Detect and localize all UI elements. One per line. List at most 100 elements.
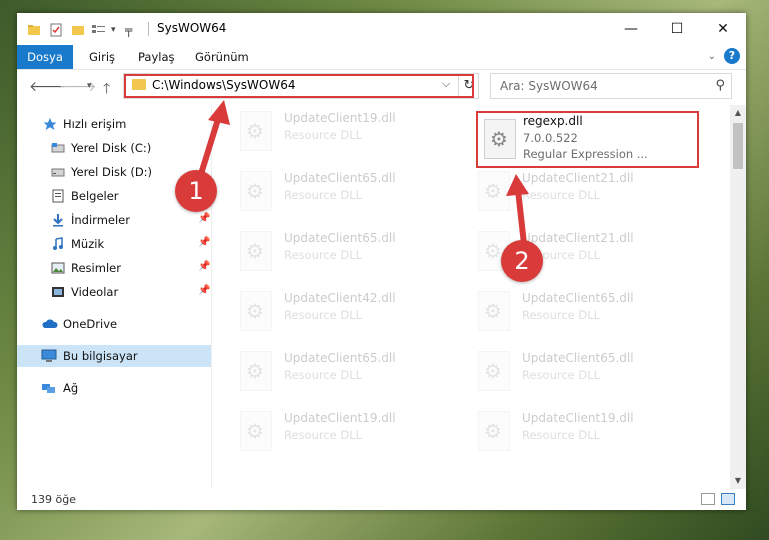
scroll-up-icon[interactable]: ▲ [730, 105, 746, 121]
pin-icon[interactable]: 📌 [198, 237, 210, 248]
file-name: UpdateClient19.dll [284, 111, 396, 125]
sidebar-item-music[interactable]: Müzik 📌 [17, 233, 211, 255]
sidebar-item-label: Resimler [71, 261, 121, 275]
close-button[interactable]: ✕ [700, 13, 746, 45]
sidebar-item-label: Belgeler [71, 189, 119, 203]
minimize-button[interactable]: — [608, 13, 654, 45]
window-title: SysWOW64 [157, 21, 227, 35]
file-type: Resource DLL [284, 128, 363, 142]
address-bar[interactable]: C:\Windows\SysWOW64 ⌵ ↻ [123, 73, 479, 99]
file-type: Resource DLL [522, 308, 601, 322]
dll-file-icon: ⚙ [240, 111, 272, 151]
ribbon-tabs: Dosya Giriş Paylaş Görünüm ⌄ ? [17, 45, 746, 70]
star-icon [43, 118, 57, 130]
navigation-pane: Hızlı erişim Yerel Disk (C:) Yerel Disk … [17, 105, 212, 489]
dll-file-icon: ⚙ [240, 171, 272, 211]
file-name: regexp.dll [523, 114, 583, 128]
file-name: UpdateClient65.dll [522, 291, 634, 305]
up-arrow-icon[interactable]: 🡑 [103, 78, 110, 102]
title-bar: ▾ ╤ SysWOW64 — ☐ ✕ [17, 13, 746, 45]
sidebar-item-label: OneDrive [63, 317, 118, 331]
list-item[interactable]: ⚙ UpdateClient65.dll Resource DLL [478, 291, 698, 347]
file-type: Resource DLL [522, 188, 601, 202]
download-icon [53, 214, 63, 227]
callout-step-1: 1 [175, 170, 217, 212]
sidebar-item-onedrive[interactable]: OneDrive [17, 313, 211, 335]
file-name: UpdateClient65.dll [284, 231, 396, 245]
sidebar-item-network[interactable]: Ağ [17, 377, 211, 399]
file-name: UpdateClient42.dll [284, 291, 396, 305]
drive-icon [51, 168, 65, 177]
new-folder-icon[interactable] [71, 22, 85, 38]
file-name: UpdateClient65.dll [522, 351, 634, 365]
sidebar-item-this-pc[interactable]: Bu bilgisayar [17, 345, 211, 367]
file-type: Resource DLL [284, 428, 363, 442]
details-view-icon[interactable] [701, 493, 715, 505]
title-divider [148, 22, 149, 36]
file-description: Regular Expression ... [523, 147, 648, 161]
pin-icon[interactable]: 📌 [198, 261, 210, 272]
list-item[interactable]: ⚙ UpdateClient21.dll Resource DLL [478, 171, 698, 227]
list-item[interactable]: ⚙ UpdateClient65.dll Resource DLL [478, 351, 698, 407]
file-type: Resource DLL [284, 188, 363, 202]
drive-icon [51, 143, 65, 153]
tab-dosya[interactable]: Dosya [17, 45, 73, 69]
sidebar-item-quick-access[interactable]: Hızlı erişim [17, 113, 211, 135]
list-item[interactable]: ⚙ UpdateClient19.dll Resource DLL [240, 111, 460, 167]
vertical-scrollbar[interactable]: ▲ ▼ [730, 105, 746, 489]
recent-locations-icon[interactable]: ▾ [87, 81, 92, 91]
callout-step-2: 2 [501, 240, 543, 282]
file-version: 7.0.0.522 [523, 131, 578, 145]
maximize-button[interactable]: ☐ [654, 13, 700, 45]
ribbon-right-controls: ⌄ ? [708, 48, 740, 64]
refresh-icon[interactable]: ↻ [458, 74, 479, 98]
highlighted-file-regexp[interactable]: ⚙ regexp.dll 7.0.0.522 Regular Expressio… [476, 111, 699, 168]
dll-file-icon: ⚙ [478, 291, 510, 331]
file-name: UpdateClient21.dll [522, 231, 634, 245]
tab-gorunum[interactable]: Görünüm [195, 45, 249, 69]
scroll-down-icon[interactable]: ▼ [730, 473, 746, 489]
list-item[interactable]: ⚙ UpdateClient42.dll Resource DLL [240, 291, 460, 347]
scroll-thumb[interactable] [733, 123, 743, 169]
folder-icon [27, 22, 41, 38]
list-item[interactable]: ⚙ UpdateClient19.dll Resource DLL [240, 411, 460, 467]
sidebar-item-label: Hızlı erişim [63, 117, 127, 131]
navigation-bar: 🡐 🡒 ▾ 🡑 C:\Windows\SysWOW64 ⌵ ↻ Ara: Sys… [17, 70, 746, 104]
list-item[interactable]: ⚙ UpdateClient65.dll Resource DLL [240, 231, 460, 287]
sidebar-item-downloads[interactable]: İndirmeler 📌 [17, 209, 211, 231]
chevron-down-icon[interactable]: ⌵ [442, 77, 450, 91]
pictures-icon [51, 262, 65, 274]
tab-paylas[interactable]: Paylaş [138, 45, 175, 69]
tiles-view-icon[interactable] [721, 493, 735, 505]
dll-file-icon: ⚙ [240, 411, 272, 451]
file-name: UpdateClient65.dll [284, 171, 396, 185]
list-item[interactable]: ⚙ UpdateClient65.dll Resource DLL [240, 171, 460, 227]
sidebar-item-videos[interactable]: Videolar 📌 [17, 281, 211, 303]
sidebar-item-label: Yerel Disk (C:) [71, 141, 152, 155]
list-item[interactable]: ⚙ UpdateClient19.dll Resource DLL [478, 411, 698, 467]
sidebar-item-label: Videolar [71, 285, 119, 299]
dll-file-icon: ⚙ [484, 119, 516, 159]
view-options-icon[interactable] [91, 22, 107, 38]
search-icon[interactable]: ⚲ [715, 78, 725, 93]
list-item[interactable]: ⚙ UpdateClient65.dll Resource DLL [240, 351, 460, 407]
chevron-down-icon[interactable]: ▾ [111, 22, 116, 38]
properties-icon[interactable] [49, 22, 63, 38]
sidebar-item-label: Ağ [63, 381, 79, 395]
pin-icon[interactable]: 📌 [198, 213, 210, 224]
file-type: Resource DLL [284, 308, 363, 322]
customize-toolbar-icon[interactable]: ╤ [125, 22, 132, 38]
pin-icon[interactable]: 📌 [198, 285, 210, 296]
tab-giris[interactable]: Giriş [89, 45, 115, 69]
help-icon[interactable]: ? [724, 48, 740, 64]
address-path[interactable]: C:\Windows\SysWOW64 [152, 78, 296, 92]
dll-file-icon: ⚙ [478, 411, 510, 451]
sidebar-item-pictures[interactable]: Resimler 📌 [17, 257, 211, 279]
item-count: 139 öğe [31, 493, 76, 506]
file-type: Resource DLL [284, 248, 363, 262]
sidebar-item-disk-c[interactable]: Yerel Disk (C:) [17, 137, 211, 159]
search-input[interactable]: Ara: SysWOW64 ⚲ [490, 73, 732, 99]
dll-file-icon: ⚙ [240, 291, 272, 331]
cloud-icon [42, 319, 58, 328]
expand-ribbon-icon[interactable]: ⌄ [708, 51, 716, 62]
